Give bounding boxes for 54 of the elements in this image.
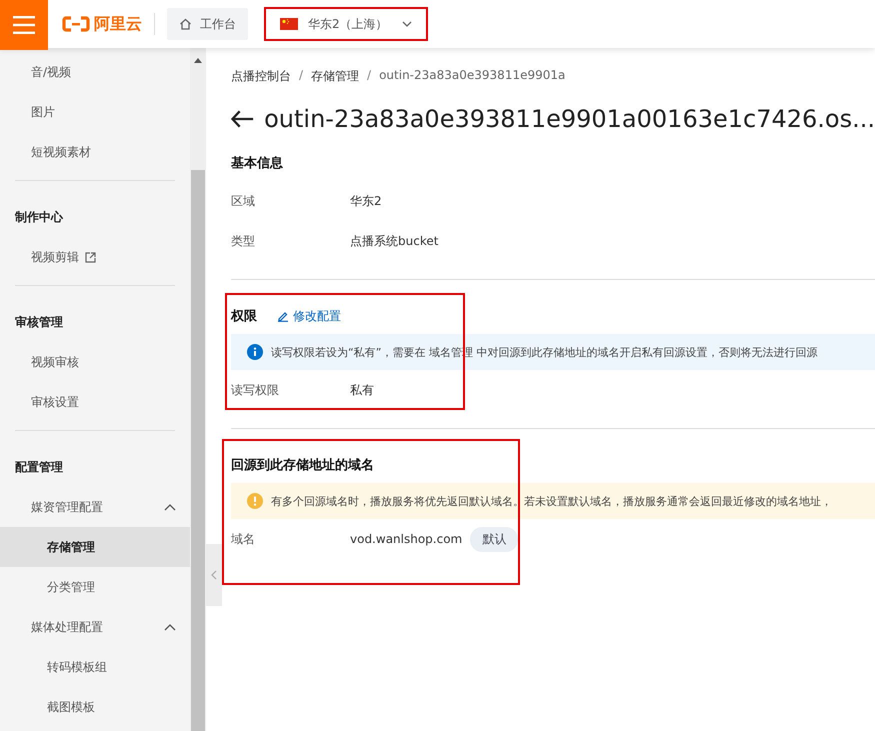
field-label: 读写权限 [231,382,280,398]
field-value: 华东2 [350,192,382,210]
sidebar-item[interactable]: 转码模板组 [0,647,190,687]
field-label: 区域 [231,192,256,210]
sidebar-item[interactable]: 审核设置 [0,382,190,422]
default-tag: 默认 [470,526,518,552]
menu-button[interactable] [0,0,48,50]
section-title: 权限 [231,308,257,325]
sidebar-item[interactable]: 短视频素材 [0,132,190,172]
field-label: 类型 [231,232,256,250]
page-title: outin-23a83a0e393811e9901a00163e1c7426.os... [264,105,875,133]
sidebar-group-title: 配置管理 [14,459,64,476]
section-title: 基本信息 [231,155,283,172]
sidebar-item[interactable]: 媒体处理配置 [0,607,190,647]
breadcrumb-separator: / [299,68,304,84]
info-icon [247,344,263,360]
field-value: vod.wanlshop.com [350,532,462,546]
breadcrumb-item[interactable]: 存储管理 [311,68,360,85]
logo-text: 阿里云 [94,14,142,34]
sidebar-item[interactable]: 媒资管理配置 [0,487,190,527]
field-value: 点播系统bucket [350,232,438,250]
sidebar-group-title: 审核管理 [14,314,64,331]
edit-link[interactable]: 修改配置 [277,308,341,324]
field-value: 私有 [350,382,374,398]
section-title: 回源到此存储地址的域名 [231,457,374,474]
sidebar-item[interactable]: 视频剪辑 [0,237,190,277]
region-selector[interactable]: 华东2（上海） [264,7,428,41]
scroll-up-icon [194,58,202,63]
home-icon [179,18,192,30]
notice-text: 有多个回源域名时，播放服务将优先返回默认域名。若未设置默认域名，播放服务通常会返回最近修改的域名地址， [271,494,832,508]
breadcrumb-separator: / [367,68,372,84]
chevron-up-icon [164,624,176,630]
sidebar-item[interactable]: 图片 [0,92,190,132]
pencil-icon [277,310,289,322]
flag-icon [280,18,298,30]
scrollbar[interactable] [190,48,206,731]
breadcrumb-item[interactable]: 点播控制台 [231,68,291,85]
chevron-down-icon [402,21,412,27]
collapse-handle[interactable] [206,544,222,606]
chevron-left-icon [211,570,217,580]
sidebar-item[interactable]: 存储管理 [0,527,190,567]
warning-icon [247,493,263,509]
chevron-up-icon [164,504,176,510]
sidebar-item[interactable]: 音/视频 [0,52,190,92]
sidebar-item[interactable]: 分类管理 [0,567,190,607]
sidebar-group-title: 制作中心 [14,209,64,226]
workbench-button[interactable]: 工作台 [167,8,248,40]
sidebar-item[interactable]: 截图模板 [0,687,190,727]
sidebar-item[interactable]: 视频审核 [0,342,190,382]
logo-icon [62,16,90,32]
breadcrumb-item: outin-23a83a0e393811e9901a [379,68,566,84]
back-arrow-icon[interactable] [231,110,254,128]
field-label: 域名 [231,530,256,548]
menu-icon [13,16,35,34]
